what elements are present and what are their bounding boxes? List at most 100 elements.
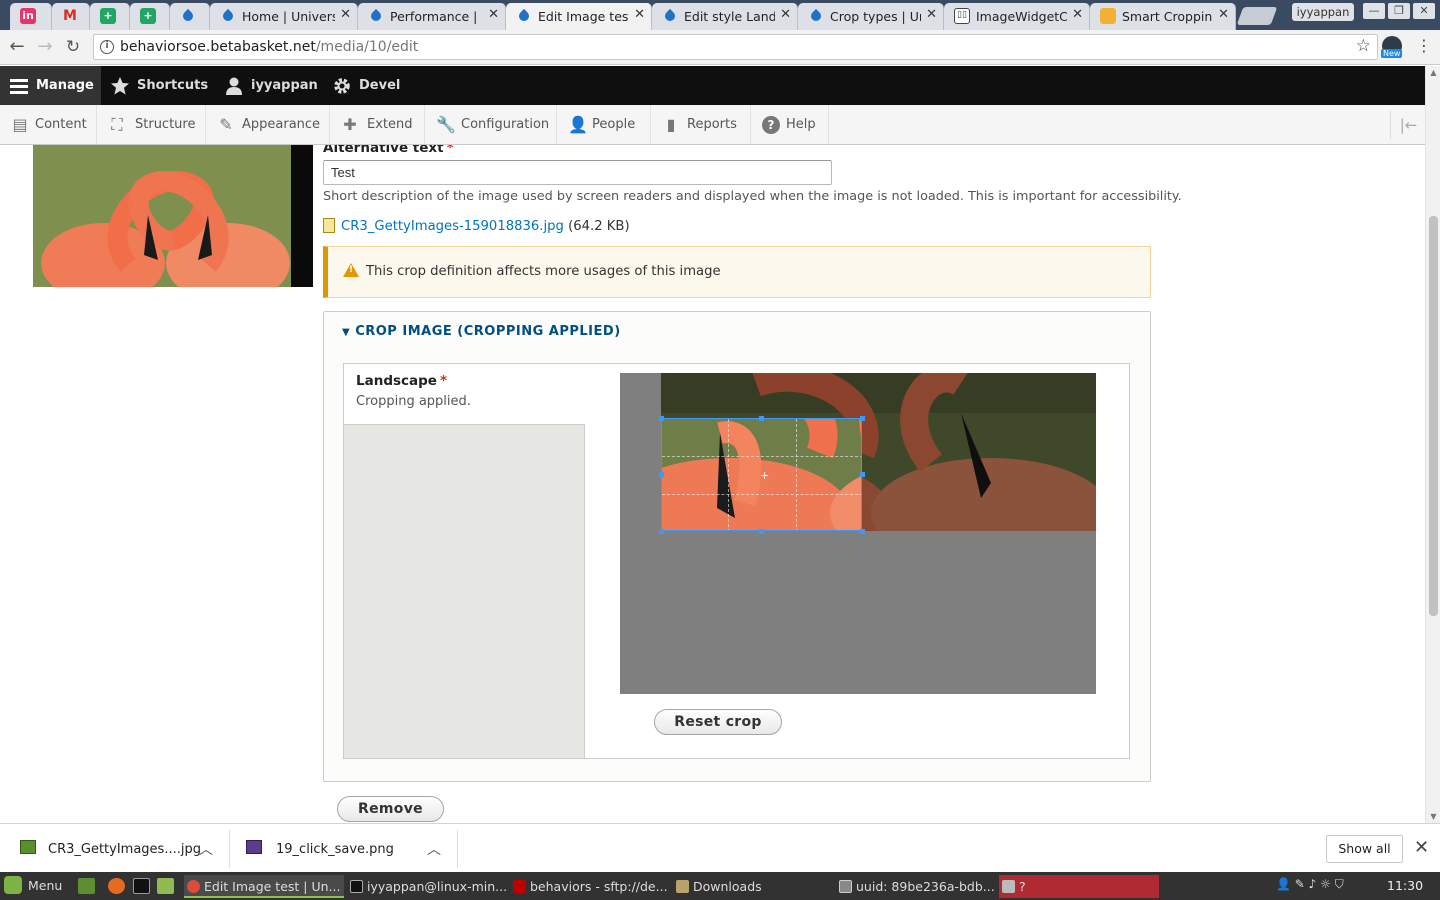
- tab-sheets-1[interactable]: +: [90, 3, 130, 30]
- terminal-icon[interactable]: [133, 878, 150, 894]
- tab-title: Smart Cropping: [1122, 9, 1213, 24]
- taskbar-chrome[interactable]: Edit Image test | Un...: [184, 875, 344, 898]
- tab-close-icon[interactable]: ✕: [340, 7, 351, 22]
- user-icon[interactable]: 👤: [1276, 877, 1291, 891]
- crop-handle-e[interactable]: [860, 472, 865, 477]
- tab-imagewidget[interactable]: ▯▯ ImageWidgetC ✕: [944, 3, 1090, 30]
- browser-menu-icon[interactable]: ⋮: [1416, 36, 1432, 55]
- tray-label: Extend: [367, 117, 413, 132]
- crop-canvas[interactable]: +: [620, 373, 1096, 694]
- chevron-up-icon[interactable]: ︿: [199, 839, 213, 859]
- crop-selection-box[interactable]: +: [661, 418, 862, 531]
- tray-help[interactable]: ? Help: [751, 105, 829, 144]
- vertical-tab-landscape[interactable]: Landscape * Cropping applied.: [344, 364, 585, 425]
- reset-crop-button[interactable]: Reset crop: [654, 709, 782, 735]
- tray-extend[interactable]: ✚ Extend: [330, 105, 425, 144]
- firefox-icon[interactable]: [108, 878, 125, 894]
- tab-close-icon[interactable]: ✕: [1218, 7, 1229, 22]
- crop-handle-se[interactable]: [860, 529, 865, 534]
- scrollbar-thumb[interactable]: [1429, 216, 1438, 616]
- start-menu-button[interactable]: Menu: [4, 876, 62, 896]
- forward-icon[interactable]: →: [34, 36, 56, 58]
- toolbar-user[interactable]: iyyappan: [215, 66, 323, 105]
- required-marker: *: [446, 145, 454, 156]
- back-icon[interactable]: ←: [6, 36, 28, 58]
- crop-handle-sw[interactable]: [659, 529, 664, 534]
- tab-smart-cropping[interactable]: Smart Cropping ✕: [1090, 3, 1236, 30]
- taskbar-unknown[interactable]: ?: [999, 875, 1159, 898]
- tray-configuration[interactable]: 🔧 Configuration: [425, 105, 557, 144]
- new-tab-button[interactable]: [1236, 7, 1278, 25]
- crop-handle-s[interactable]: [759, 529, 764, 534]
- admin-tray: ▤ Content ⛶ Structure ✎ Appearance ✚ Ext…: [0, 105, 1440, 145]
- site-info-icon[interactable]: i: [100, 40, 114, 54]
- toolbar-label: iyyappan: [251, 78, 318, 93]
- shield-icon[interactable]: ⛉: [1335, 877, 1344, 891]
- tab-crop-types[interactable]: Crop types | Ur ✕: [798, 3, 944, 30]
- tray-structure[interactable]: ⛶ Structure: [97, 105, 206, 144]
- reload-icon[interactable]: ↻: [62, 36, 84, 58]
- tab-close-icon[interactable]: ✕: [780, 7, 791, 22]
- download-item[interactable]: 19_click_save.png ︿: [230, 830, 458, 868]
- profile-button[interactable]: iyyappan: [1292, 3, 1354, 21]
- tab-close-icon[interactable]: ✕: [634, 7, 645, 22]
- taskbar-terminal[interactable]: iyyappan@linux-min...: [347, 875, 507, 898]
- tray-content[interactable]: ▤ Content: [0, 105, 97, 144]
- files-icon[interactable]: [157, 878, 174, 894]
- brightness-icon[interactable]: ☼: [1320, 877, 1331, 891]
- tab-drupal[interactable]: [170, 3, 210, 30]
- tab-edit-image[interactable]: Edit Image test ✕: [506, 3, 652, 30]
- scroll-up-icon[interactable]: ▲: [1429, 68, 1438, 77]
- close-window-icon[interactable]: ✕: [1413, 3, 1435, 19]
- crop-guide-line: [796, 419, 797, 530]
- tab-close-icon[interactable]: ✕: [1072, 7, 1083, 22]
- required-marker: *: [439, 373, 448, 389]
- show-all-downloads-button[interactable]: Show all: [1326, 835, 1403, 863]
- toolbar-devel[interactable]: Devel: [323, 66, 413, 105]
- tab-close-icon[interactable]: ✕: [926, 7, 937, 22]
- tray-appearance[interactable]: ✎ Appearance: [206, 105, 330, 144]
- collapse-tray-icon[interactable]: |←: [1390, 111, 1426, 139]
- remove-button[interactable]: Remove: [337, 796, 444, 822]
- tray-reports[interactable]: ▮ Reports: [651, 105, 751, 144]
- minimize-icon[interactable]: —: [1363, 3, 1385, 19]
- crop-details-summary[interactable]: ▼ CROP IMAGE (CROPPING APPLIED): [342, 324, 621, 339]
- toolbar-label: Devel: [359, 78, 401, 93]
- download-item[interactable]: CR3_GettyImages....jpg ︿: [0, 830, 230, 868]
- tab-sheets-2[interactable]: +: [130, 3, 170, 30]
- tab-edit-style[interactable]: Edit style Lands ✕: [652, 3, 798, 30]
- crop-handle-n[interactable]: [759, 416, 764, 421]
- close-shelf-icon[interactable]: ✕: [1414, 837, 1429, 858]
- page-scrollbar[interactable]: ▲ ▼: [1425, 66, 1440, 823]
- tab-title: Home | Univers: [242, 9, 335, 24]
- triangle-down-icon: ▼: [342, 327, 351, 338]
- tab-performance[interactable]: Performance | ✕: [358, 3, 506, 30]
- scroll-down-icon[interactable]: ▼: [1429, 812, 1438, 821]
- star-icon: [111, 77, 129, 95]
- taskbar-uuid[interactable]: uuid: 89be236a-bdb...: [836, 875, 996, 898]
- volume-icon[interactable]: ♪: [1309, 877, 1317, 891]
- tab-close-icon[interactable]: ✕: [488, 7, 499, 22]
- toolbar-shortcuts[interactable]: Shortcuts: [101, 66, 215, 105]
- admin-toolbar: Manage Shortcuts iyyappan Devel: [0, 66, 1440, 105]
- bookmark-star-icon[interactable]: ☆: [1356, 36, 1371, 56]
- alt-text-input[interactable]: [323, 160, 832, 185]
- tab-home[interactable]: Home | Univers ✕: [210, 3, 358, 30]
- show-desktop-icon[interactable]: [78, 878, 95, 894]
- taskbar-filezilla[interactable]: behaviors - sftp://de...: [510, 875, 670, 898]
- clock[interactable]: 11:30: [1387, 878, 1423, 893]
- toolbar-manage[interactable]: Manage: [0, 66, 101, 105]
- crop-handle-w[interactable]: [659, 472, 664, 477]
- taskbar-downloads[interactable]: Downloads: [673, 875, 833, 898]
- restore-icon[interactable]: ❐: [1388, 3, 1410, 19]
- tab-gmail[interactable]: M: [52, 3, 90, 30]
- crop-handle-nw[interactable]: [659, 416, 664, 421]
- tab-invision[interactable]: in: [10, 3, 52, 30]
- url-path: /media/10/edit: [315, 39, 419, 55]
- network-icon[interactable]: ✎: [1295, 877, 1305, 891]
- file-link[interactable]: CR3_GettyImages-159018836.jpg: [341, 219, 564, 234]
- chevron-up-icon[interactable]: ︿: [427, 839, 441, 859]
- address-bar[interactable]: i behaviorsoe.betabasket.net/media/10/ed…: [93, 34, 1378, 60]
- tray-people[interactable]: 👤 People: [557, 105, 651, 144]
- crop-handle-ne[interactable]: [860, 416, 865, 421]
